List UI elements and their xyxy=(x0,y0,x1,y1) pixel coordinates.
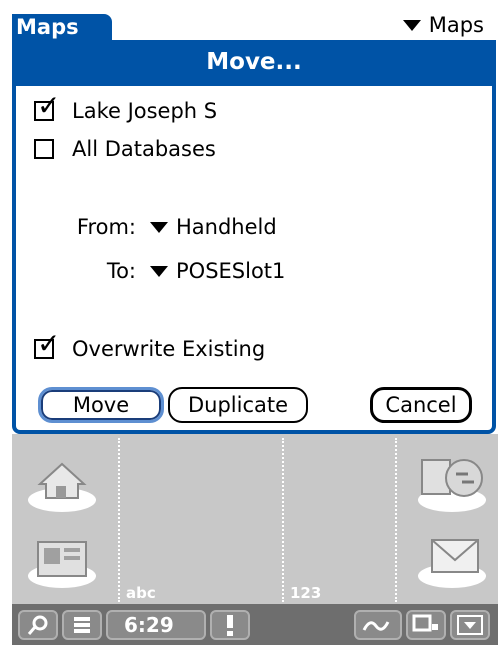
graffiti-numbers-label: 123 xyxy=(290,584,322,602)
dialog-title: Move... xyxy=(12,40,496,86)
dropdown-arrow-icon xyxy=(150,221,168,233)
silkscreen-area: abc 123 xyxy=(12,434,498,604)
collapse-input-icon[interactable] xyxy=(450,610,490,640)
dropdown-arrow-icon xyxy=(150,265,168,277)
clock-display: 6:29 xyxy=(124,613,174,637)
checkbox-label: Lake Joseph S xyxy=(72,99,218,123)
applications-icon[interactable] xyxy=(22,522,102,592)
checkbox[interactable]: ✓ xyxy=(34,92,60,121)
check-mark-icon: ✓ xyxy=(37,327,61,360)
checkbox-label: All Databases xyxy=(72,137,216,161)
from-popup-value: Handheld xyxy=(176,215,277,239)
checkbox[interactable] xyxy=(34,139,54,159)
cancel-button[interactable]: Cancel xyxy=(370,387,472,423)
to-popup-value: POSESlot1 xyxy=(176,259,286,283)
sync-icon[interactable] xyxy=(412,446,492,516)
mail-icon[interactable] xyxy=(412,522,492,592)
graffiti-divider xyxy=(118,438,120,602)
input-area-toggle-icon[interactable] xyxy=(406,610,446,640)
palm-screen: Maps Maps Move... ✓ Lake Joseph S All Da… xyxy=(12,0,498,645)
overwrite-row[interactable]: ✓ Overwrite Existing xyxy=(34,330,266,361)
category-menu[interactable]: Maps xyxy=(402,12,484,38)
dropdown-arrow-icon xyxy=(402,19,421,31)
alert-icon[interactable] xyxy=(210,610,250,640)
from-label: From: xyxy=(76,215,136,239)
graffiti-shift-icon[interactable] xyxy=(354,610,402,640)
checkbox[interactable]: ✓ xyxy=(34,330,60,359)
home-icon[interactable] xyxy=(22,446,102,516)
all-databases-row[interactable]: All Databases xyxy=(34,137,216,161)
to-label: To: xyxy=(106,259,136,283)
status-bar: 6:29 xyxy=(12,604,498,645)
graffiti-divider xyxy=(395,438,397,602)
item-checkbox-row[interactable]: ✓ Lake Joseph S xyxy=(34,92,218,123)
move-button[interactable]: Move xyxy=(38,387,164,423)
check-mark-icon: ✓ xyxy=(37,89,61,122)
move-dialog: Move... ✓ Lake Joseph S All Databases Fr… xyxy=(12,40,496,434)
graffiti-letters-label: abc xyxy=(126,584,156,602)
from-popup[interactable]: Handheld xyxy=(150,215,277,239)
title-bar: Maps Maps xyxy=(12,0,498,40)
app-title-tab[interactable]: Maps xyxy=(12,14,112,40)
to-popup[interactable]: POSESlot1 xyxy=(150,259,285,283)
duplicate-button[interactable]: Duplicate xyxy=(168,387,308,423)
menu-icon[interactable] xyxy=(62,610,102,640)
graffiti-divider xyxy=(282,438,284,602)
find-icon[interactable] xyxy=(18,610,58,640)
category-menu-label: Maps xyxy=(428,13,484,37)
checkbox-label: Overwrite Existing xyxy=(72,337,266,361)
